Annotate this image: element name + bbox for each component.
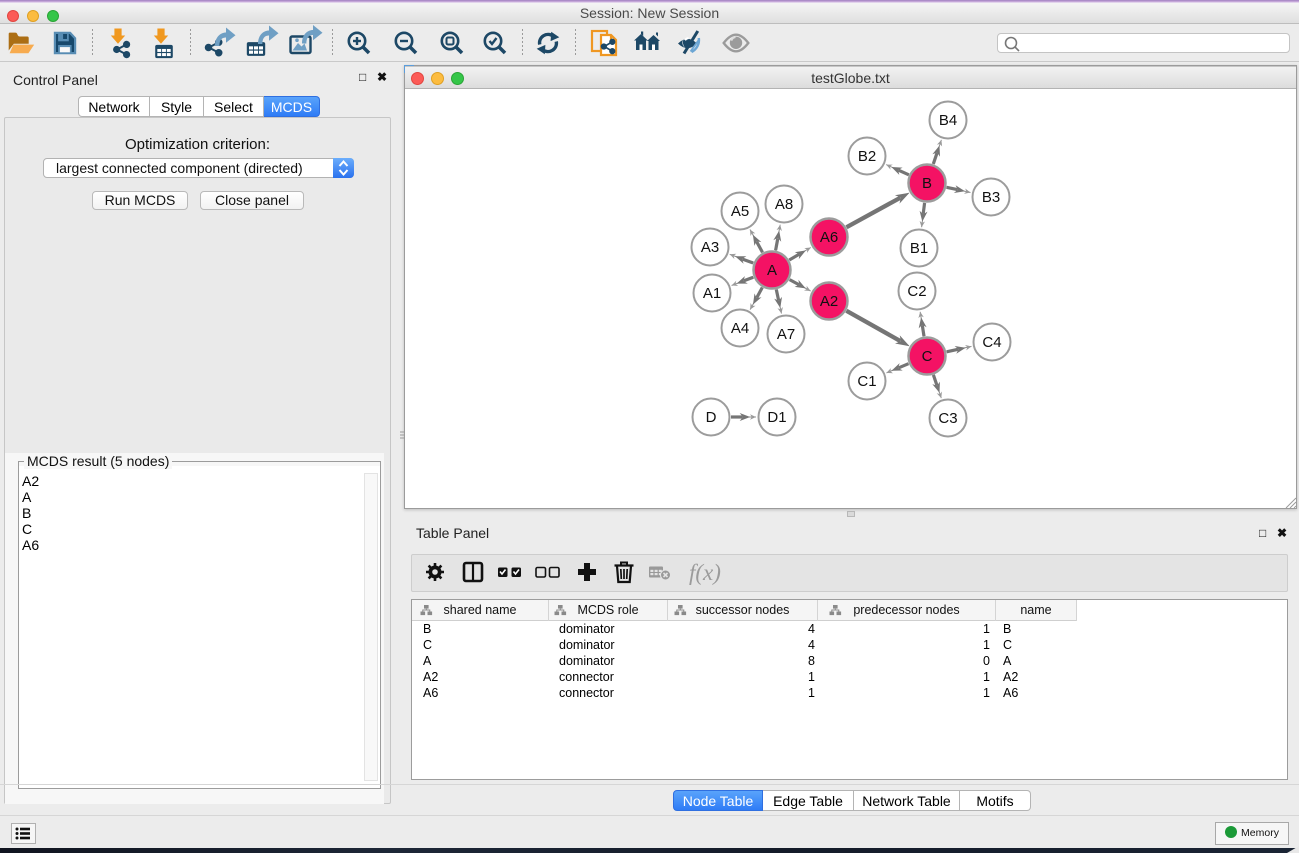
svg-text:A2: A2	[820, 293, 838, 310]
svg-text:B4: B4	[939, 112, 957, 129]
svg-text:B2: B2	[858, 148, 876, 165]
svg-text:D: D	[706, 409, 717, 426]
svg-text:C2: C2	[907, 283, 926, 300]
svg-text:A3: A3	[701, 239, 719, 256]
svg-text:B1: B1	[910, 240, 928, 257]
svg-text:D1: D1	[767, 409, 786, 426]
svg-text:A: A	[767, 262, 777, 279]
svg-text:A8: A8	[775, 196, 793, 213]
svg-text:A5: A5	[731, 203, 749, 220]
svg-text:B3: B3	[982, 189, 1000, 206]
svg-text:C1: C1	[857, 373, 876, 390]
svg-text:C3: C3	[938, 410, 957, 427]
svg-text:f(x): f(x)	[689, 560, 721, 585]
svg-text:A1: A1	[703, 285, 721, 302]
svg-text:A6: A6	[820, 229, 838, 246]
svg-text:A4: A4	[731, 320, 749, 337]
svg-text:A7: A7	[777, 326, 795, 343]
svg-text:B: B	[922, 175, 932, 192]
svg-text:C: C	[922, 348, 933, 365]
svg-text:C4: C4	[982, 334, 1001, 351]
